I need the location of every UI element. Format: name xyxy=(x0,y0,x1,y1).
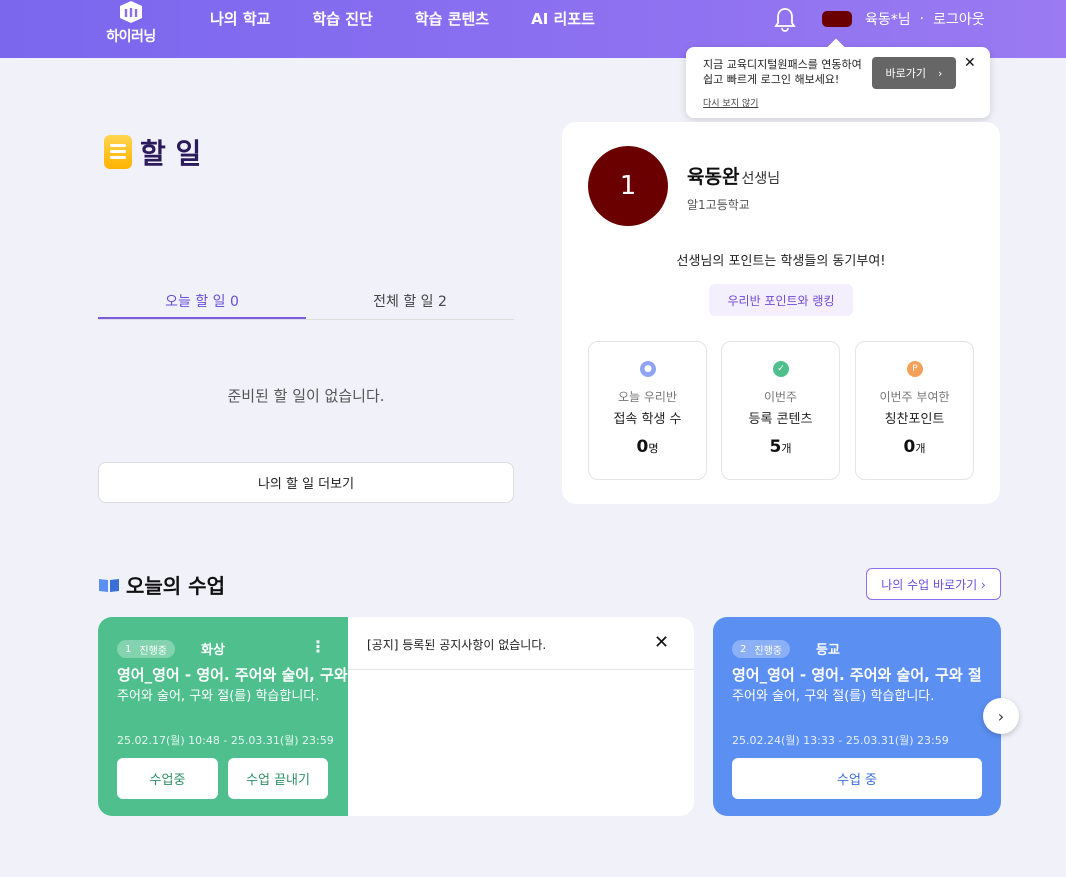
todo-heading: 할 일 xyxy=(104,132,201,172)
nav-diagnosis[interactable]: 학습 진단 xyxy=(312,8,372,29)
stat-label-1: 오늘 우리반 xyxy=(617,390,677,404)
stat-label-2: 칭찬포인트 xyxy=(884,412,945,427)
avatar: 1 xyxy=(588,146,668,226)
tooltip-go-label: 바로가기 xyxy=(885,67,927,80)
stat-unit: 개 xyxy=(781,442,792,455)
stat-card-students: ● 오늘 우리반 접속 학생 수 0명 xyxy=(588,341,707,480)
nav-ai-report[interactable]: AI 리포트 xyxy=(531,8,595,29)
class-card-title: 영어_영어 - 영어. 주어와 술어, 구와 절 xyxy=(732,666,982,684)
chevron-right-icon[interactable]: › xyxy=(983,698,1019,734)
class-number: 1 xyxy=(125,643,132,655)
class-card-dates: 25.02.24(월) 13:33 - 25.03.31(월) 23:59 xyxy=(732,734,949,747)
profile-name: 육동완 xyxy=(687,166,740,188)
logo-text: 하이러닝 xyxy=(106,29,156,45)
goto-my-class-button[interactable]: 나의 수업 바로가기 › xyxy=(866,568,1001,600)
stat-card-contents: ✓ 이번주 등록 콘텐츠 5개 xyxy=(721,341,840,480)
status-badge: 1 진행중 xyxy=(117,640,175,658)
todo-more-button[interactable]: 나의 할 일 더보기 xyxy=(98,462,514,503)
status-text: 진행중 xyxy=(754,645,782,657)
class-heading: 오늘의 수업 xyxy=(98,570,225,599)
notice-header: [공지] 등록된 공지사항이 없습니다. ✕ xyxy=(348,617,694,670)
class-card-description: 주어와 술어, 구와 절(를) 학습합니다. xyxy=(117,689,320,704)
stat-number: 0 xyxy=(636,437,649,457)
user-flag-icon xyxy=(822,11,852,27)
stat-unit: 명 xyxy=(648,442,659,455)
stat-value: 0개 xyxy=(856,437,973,457)
stat-number: 5 xyxy=(769,437,782,457)
profile-name-line: 육동완 선생님 xyxy=(687,162,780,189)
more-vertical-icon[interactable]: ⋮ xyxy=(310,637,326,656)
class-mode: 화상 xyxy=(201,643,225,658)
class-card-title: 영어_영어 - 영어. 주어와 술어, 구와 절 xyxy=(117,666,367,684)
close-icon[interactable]: ✕ xyxy=(654,632,669,653)
point-icon: P xyxy=(907,361,923,377)
profile-school: 알1고등학교 xyxy=(687,198,750,212)
stat-card-points: P 이번주 부여한 칭찬포인트 0개 xyxy=(855,341,974,480)
end-class-button[interactable]: 수업 끝내기 xyxy=(228,758,328,799)
profile-card: 1 육동완 선생님 알1고등학교 선생님의 포인트는 학생들의 동기부여! 우리반… xyxy=(562,122,1000,504)
user-name[interactable]: 육동*님 xyxy=(865,9,911,29)
dismiss-link[interactable]: 다시 보지 않기 xyxy=(703,96,758,109)
close-icon[interactable]: ✕ xyxy=(964,55,976,71)
class-mode: 등교 xyxy=(816,643,840,658)
in-class-button[interactable]: 수업 중 xyxy=(732,758,982,799)
tab-today[interactable]: 오늘 할 일 0 xyxy=(98,288,306,319)
in-class-button[interactable]: 수업중 xyxy=(117,758,218,799)
class-title: 오늘의 수업 xyxy=(126,574,225,598)
stat-value: 0명 xyxy=(589,437,706,457)
notice-text: [공지] 등록된 공지사항이 없습니다. xyxy=(367,638,547,652)
todo-title: 할 일 xyxy=(140,137,202,170)
profile-role: 선생님 xyxy=(741,171,781,187)
book-icon xyxy=(99,578,119,592)
stat-value: 5개 xyxy=(722,437,839,457)
status-text: 진행중 xyxy=(139,645,167,657)
stat-label-1: 이번주 부여한 xyxy=(879,390,950,404)
logo-icon xyxy=(120,1,142,23)
profile-motto: 선생님의 포인트는 학생들의 동기부여! xyxy=(676,254,886,269)
nav-contents[interactable]: 학습 콘텐츠 xyxy=(415,8,489,29)
tooltip-go-button[interactable]: 바로가기 › xyxy=(872,57,956,89)
check-icon: ✓ xyxy=(773,361,789,377)
class-card-2[interactable]: 2 진행중 등교 영어_영어 - 영어. 주어와 술어, 구와 절 주어와 술어… xyxy=(713,617,1001,816)
stat-number: 0 xyxy=(903,437,916,457)
logout-link[interactable]: 로그아웃 xyxy=(933,9,985,29)
person-icon: ● xyxy=(640,361,656,377)
stat-label-2: 등록 콘텐츠 xyxy=(748,412,813,427)
notepad-icon xyxy=(104,135,132,169)
user-area: 육동*님 · 로그아웃 xyxy=(822,9,985,29)
todo-tabs: 오늘 할 일 0 전체 할 일 2 xyxy=(98,288,514,320)
status-badge: 2 진행중 xyxy=(732,640,790,658)
notice-panel: [공지] 등록된 공지사항이 없습니다. ✕ xyxy=(348,617,694,816)
class-card-1[interactable]: 1 진행중 화상 ⋮ 영어_영어 - 영어. 주어와 술어, 구와 절 주어와 … xyxy=(98,617,367,816)
tooltip-message: 지금 교육디지털원패스를 연동하여 쉽고 빠르게 로그인 해보세요! xyxy=(703,58,862,86)
stat-label-1: 이번주 xyxy=(763,390,798,404)
stat-label-2: 접속 학생 수 xyxy=(613,412,682,427)
logo[interactable]: 하이러닝 xyxy=(100,0,162,46)
class-card-dates: 25.02.17(월) 10:48 - 25.03.31(월) 23:59 xyxy=(117,734,334,747)
class-number: 2 xyxy=(740,643,747,655)
class-card-description: 주어와 술어, 구와 절(를) 학습합니다. xyxy=(732,689,935,704)
separator: · xyxy=(919,11,925,27)
todo-empty-message: 준비된 할 일이 없습니다. xyxy=(227,387,385,405)
main-nav: 나의 학교 학습 진단 학습 콘텐츠 AI 리포트 xyxy=(210,8,637,29)
stat-unit: 개 xyxy=(915,442,926,455)
onepass-tooltip: 지금 교육디지털원패스를 연동하여 쉽고 빠르게 로그인 해보세요! 바로가기 … xyxy=(686,47,990,118)
tab-all[interactable]: 전체 할 일 2 xyxy=(306,288,514,319)
bell-icon[interactable] xyxy=(774,7,796,33)
nav-my-school[interactable]: 나의 학교 xyxy=(210,8,270,29)
ranking-button[interactable]: 우리반 포인트와 랭킹 xyxy=(709,284,853,316)
chevron-right-icon: › xyxy=(938,66,943,80)
